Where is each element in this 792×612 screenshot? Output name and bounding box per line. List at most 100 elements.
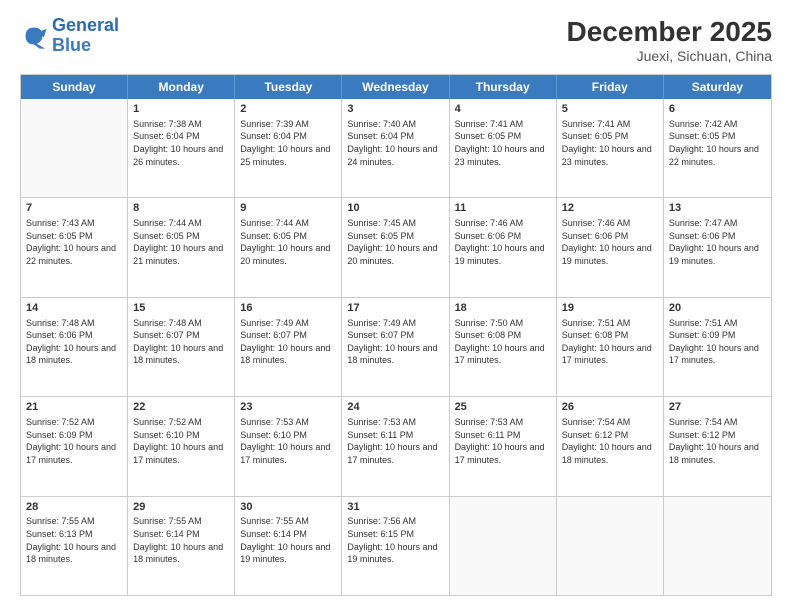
day-info: Sunrise: 7:44 AMSunset: 6:05 PMDaylight:… [133,217,229,267]
day-info: Sunrise: 7:52 AMSunset: 6:09 PMDaylight:… [26,416,122,466]
day-number: 30 [240,500,336,515]
day-number: 17 [347,301,443,316]
day-info: Sunrise: 7:46 AMSunset: 6:06 PMDaylight:… [562,217,658,267]
day-number: 29 [133,500,229,515]
header-day-monday: Monday [128,75,235,99]
day-cell-28: 28Sunrise: 7:55 AMSunset: 6:13 PMDayligh… [21,497,128,595]
day-info: Sunrise: 7:43 AMSunset: 6:05 PMDaylight:… [26,217,122,267]
day-number: 25 [455,400,551,415]
header-day-thursday: Thursday [450,75,557,99]
day-cell-12: 12Sunrise: 7:46 AMSunset: 6:06 PMDayligh… [557,198,664,296]
day-cell-8: 8Sunrise: 7:44 AMSunset: 6:05 PMDaylight… [128,198,235,296]
day-cell-9: 9Sunrise: 7:44 AMSunset: 6:05 PMDaylight… [235,198,342,296]
month-title: December 2025 [567,16,772,48]
week-row-2: 7Sunrise: 7:43 AMSunset: 6:05 PMDaylight… [21,197,771,296]
day-info: Sunrise: 7:53 AMSunset: 6:11 PMDaylight:… [455,416,551,466]
header: General Blue December 2025 Juexi, Sichua… [20,16,772,64]
day-cell-27: 27Sunrise: 7:54 AMSunset: 6:12 PMDayligh… [664,397,771,495]
logo-general: General [52,15,119,35]
day-info: Sunrise: 7:47 AMSunset: 6:06 PMDaylight:… [669,217,766,267]
day-cell-15: 15Sunrise: 7:48 AMSunset: 6:07 PMDayligh… [128,298,235,396]
day-cell-31: 31Sunrise: 7:56 AMSunset: 6:15 PMDayligh… [342,497,449,595]
day-cell-2: 2Sunrise: 7:39 AMSunset: 6:04 PMDaylight… [235,99,342,197]
header-day-wednesday: Wednesday [342,75,449,99]
day-number: 2 [240,102,336,117]
day-info: Sunrise: 7:48 AMSunset: 6:07 PMDaylight:… [133,317,229,367]
day-cell-6: 6Sunrise: 7:42 AMSunset: 6:05 PMDaylight… [664,99,771,197]
day-number: 20 [669,301,766,316]
day-number: 5 [562,102,658,117]
header-day-tuesday: Tuesday [235,75,342,99]
day-number: 13 [669,201,766,216]
calendar: SundayMondayTuesdayWednesdayThursdayFrid… [20,74,772,596]
empty-cell [557,497,664,595]
day-info: Sunrise: 7:49 AMSunset: 6:07 PMDaylight:… [347,317,443,367]
day-number: 15 [133,301,229,316]
location-subtitle: Juexi, Sichuan, China [567,48,772,64]
day-info: Sunrise: 7:54 AMSunset: 6:12 PMDaylight:… [562,416,658,466]
logo: General Blue [20,16,119,56]
week-row-3: 14Sunrise: 7:48 AMSunset: 6:06 PMDayligh… [21,297,771,396]
day-info: Sunrise: 7:48 AMSunset: 6:06 PMDaylight:… [26,317,122,367]
day-info: Sunrise: 7:55 AMSunset: 6:14 PMDaylight:… [240,515,336,565]
day-cell-25: 25Sunrise: 7:53 AMSunset: 6:11 PMDayligh… [450,397,557,495]
day-number: 24 [347,400,443,415]
day-cell-5: 5Sunrise: 7:41 AMSunset: 6:05 PMDaylight… [557,99,664,197]
day-info: Sunrise: 7:54 AMSunset: 6:12 PMDaylight:… [669,416,766,466]
day-number: 14 [26,301,122,316]
header-day-saturday: Saturday [664,75,771,99]
day-info: Sunrise: 7:40 AMSunset: 6:04 PMDaylight:… [347,118,443,168]
day-cell-24: 24Sunrise: 7:53 AMSunset: 6:11 PMDayligh… [342,397,449,495]
day-cell-18: 18Sunrise: 7:50 AMSunset: 6:08 PMDayligh… [450,298,557,396]
day-cell-21: 21Sunrise: 7:52 AMSunset: 6:09 PMDayligh… [21,397,128,495]
week-row-4: 21Sunrise: 7:52 AMSunset: 6:09 PMDayligh… [21,396,771,495]
day-number: 31 [347,500,443,515]
day-info: Sunrise: 7:55 AMSunset: 6:13 PMDaylight:… [26,515,122,565]
day-number: 26 [562,400,658,415]
title-area: December 2025 Juexi, Sichuan, China [567,16,772,64]
day-info: Sunrise: 7:39 AMSunset: 6:04 PMDaylight:… [240,118,336,168]
empty-cell [664,497,771,595]
day-info: Sunrise: 7:45 AMSunset: 6:05 PMDaylight:… [347,217,443,267]
header-day-friday: Friday [557,75,664,99]
day-number: 11 [455,201,551,216]
day-number: 12 [562,201,658,216]
day-cell-22: 22Sunrise: 7:52 AMSunset: 6:10 PMDayligh… [128,397,235,495]
day-cell-10: 10Sunrise: 7:45 AMSunset: 6:05 PMDayligh… [342,198,449,296]
day-cell-17: 17Sunrise: 7:49 AMSunset: 6:07 PMDayligh… [342,298,449,396]
week-row-5: 28Sunrise: 7:55 AMSunset: 6:13 PMDayligh… [21,496,771,595]
day-info: Sunrise: 7:53 AMSunset: 6:10 PMDaylight:… [240,416,336,466]
day-info: Sunrise: 7:38 AMSunset: 6:04 PMDaylight:… [133,118,229,168]
logo-text: General Blue [52,16,119,56]
day-info: Sunrise: 7:53 AMSunset: 6:11 PMDaylight:… [347,416,443,466]
day-cell-7: 7Sunrise: 7:43 AMSunset: 6:05 PMDaylight… [21,198,128,296]
day-number: 19 [562,301,658,316]
day-cell-16: 16Sunrise: 7:49 AMSunset: 6:07 PMDayligh… [235,298,342,396]
logo-blue: Blue [52,35,91,55]
empty-cell [450,497,557,595]
day-info: Sunrise: 7:55 AMSunset: 6:14 PMDaylight:… [133,515,229,565]
day-info: Sunrise: 7:50 AMSunset: 6:08 PMDaylight:… [455,317,551,367]
day-info: Sunrise: 7:49 AMSunset: 6:07 PMDaylight:… [240,317,336,367]
day-number: 22 [133,400,229,415]
day-info: Sunrise: 7:51 AMSunset: 6:08 PMDaylight:… [562,317,658,367]
day-cell-4: 4Sunrise: 7:41 AMSunset: 6:05 PMDaylight… [450,99,557,197]
day-cell-23: 23Sunrise: 7:53 AMSunset: 6:10 PMDayligh… [235,397,342,495]
day-info: Sunrise: 7:44 AMSunset: 6:05 PMDaylight:… [240,217,336,267]
day-number: 10 [347,201,443,216]
day-number: 28 [26,500,122,515]
calendar-body: 1Sunrise: 7:38 AMSunset: 6:04 PMDaylight… [21,99,771,595]
day-cell-11: 11Sunrise: 7:46 AMSunset: 6:06 PMDayligh… [450,198,557,296]
calendar-header: SundayMondayTuesdayWednesdayThursdayFrid… [21,75,771,99]
day-cell-30: 30Sunrise: 7:55 AMSunset: 6:14 PMDayligh… [235,497,342,595]
logo-icon [20,22,48,50]
day-cell-1: 1Sunrise: 7:38 AMSunset: 6:04 PMDaylight… [128,99,235,197]
day-number: 7 [26,201,122,216]
day-cell-14: 14Sunrise: 7:48 AMSunset: 6:06 PMDayligh… [21,298,128,396]
header-day-sunday: Sunday [21,75,128,99]
day-info: Sunrise: 7:41 AMSunset: 6:05 PMDaylight:… [455,118,551,168]
day-info: Sunrise: 7:51 AMSunset: 6:09 PMDaylight:… [669,317,766,367]
day-number: 9 [240,201,336,216]
day-cell-3: 3Sunrise: 7:40 AMSunset: 6:04 PMDaylight… [342,99,449,197]
day-cell-26: 26Sunrise: 7:54 AMSunset: 6:12 PMDayligh… [557,397,664,495]
